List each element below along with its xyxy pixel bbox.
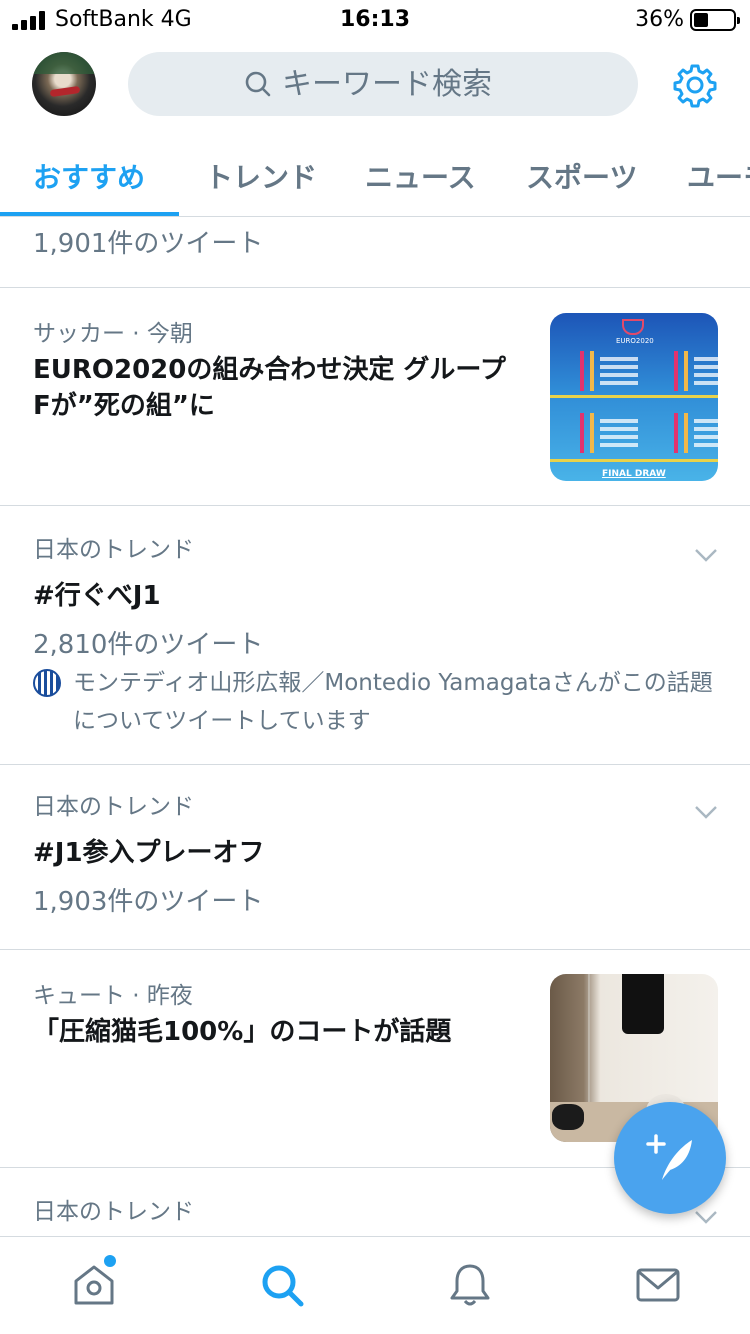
item-meta: 日本のトレンド: [33, 794, 194, 820]
compose-button[interactable]: [614, 1102, 726, 1214]
search-icon[interactable]: [258, 1261, 306, 1309]
item-meta: サッカー · 今朝: [33, 321, 193, 347]
gear-icon[interactable]: [672, 62, 718, 108]
item-title: EURO2020の組み合わせ決定 グループFが”死の組”に: [33, 355, 506, 421]
chevron-down-icon[interactable]: [694, 548, 718, 562]
chevron-down-icon[interactable]: [694, 1210, 718, 1224]
tab-humor[interactable]: ユーモ: [687, 156, 750, 196]
battery-percent: 36%: [635, 7, 684, 32]
compose-feather-icon: [646, 1134, 692, 1180]
item-context: モンテディオ山形広報／Montedio Yamagataさんがこの話題についてツ…: [33, 664, 723, 740]
chevron-down-icon[interactable]: [694, 805, 718, 819]
item-meta: 日本のトレンド: [33, 1199, 194, 1225]
trophy-icon: [622, 319, 644, 335]
tab-sports[interactable]: スポーツ: [526, 156, 637, 196]
context-text: モンテディオ山形広報／Montedio Yamagataさんがこの話題についてツ…: [73, 670, 713, 734]
header: [0, 40, 750, 128]
tab-recommended[interactable]: おすすめ: [33, 156, 145, 196]
bell-icon[interactable]: [446, 1261, 494, 1309]
new-content-badge: [104, 1255, 116, 1267]
item-title: 「圧縮猫毛100%」のコートが話題: [33, 1017, 452, 1047]
thumbnail-top-text: EURO2020: [616, 337, 654, 345]
euro-draw-thumbnail: EURO2020 FINAL DRAW: [550, 313, 718, 481]
thumbnail-caption: FINAL DRAW: [602, 469, 666, 479]
tab-trends[interactable]: トレンド: [205, 156, 317, 196]
list-item[interactable]: サッカー · 今朝 EURO2020の組み合わせ決定 グループFが”死の組”に …: [0, 288, 750, 506]
tweet-count: 1,901件のツイート: [33, 229, 264, 259]
bottom-nav: [0, 1236, 750, 1334]
tab-news[interactable]: ニュース: [365, 156, 476, 196]
tweet-count: 2,810件のツイート: [33, 630, 264, 660]
status-bar: SoftBank 4G 16:13 36%: [0, 0, 750, 40]
item-meta: 日本のトレンド: [33, 537, 194, 563]
home-icon[interactable]: [70, 1261, 118, 1309]
battery-info: 36%: [635, 7, 740, 32]
search-input[interactable]: [282, 66, 522, 102]
item-title: #J1参入プレーオフ: [33, 838, 265, 868]
item-title: #行ぐべJ1: [33, 581, 161, 611]
item-meta: キュート · 昨夜: [33, 983, 193, 1009]
explore-tabs: おすすめ トレンド ニュース スポーツ ユーモ: [0, 128, 750, 217]
battery-icon: [690, 8, 740, 31]
montedio-logo-icon: [33, 669, 61, 697]
tweet-count: 1,903件のツイート: [33, 887, 264, 917]
explore-feed: 1,901件のツイート サッカー · 今朝 EURO2020の組み合わせ決定 グ…: [0, 217, 750, 1235]
list-item[interactable]: 日本のトレンド #J1参入プレーオフ 1,903件のツイート: [0, 765, 750, 950]
search-box[interactable]: [128, 52, 638, 116]
avatar[interactable]: [32, 52, 96, 116]
active-tab-indicator: [0, 212, 179, 216]
mail-icon[interactable]: [634, 1261, 682, 1309]
list-item[interactable]: 1,901件のツイート: [0, 217, 750, 288]
search-icon: [245, 71, 271, 97]
list-item[interactable]: 日本のトレンド #行ぐべJ1 2,810件のツイート モンテディオ山形広報／Mo…: [0, 506, 750, 765]
